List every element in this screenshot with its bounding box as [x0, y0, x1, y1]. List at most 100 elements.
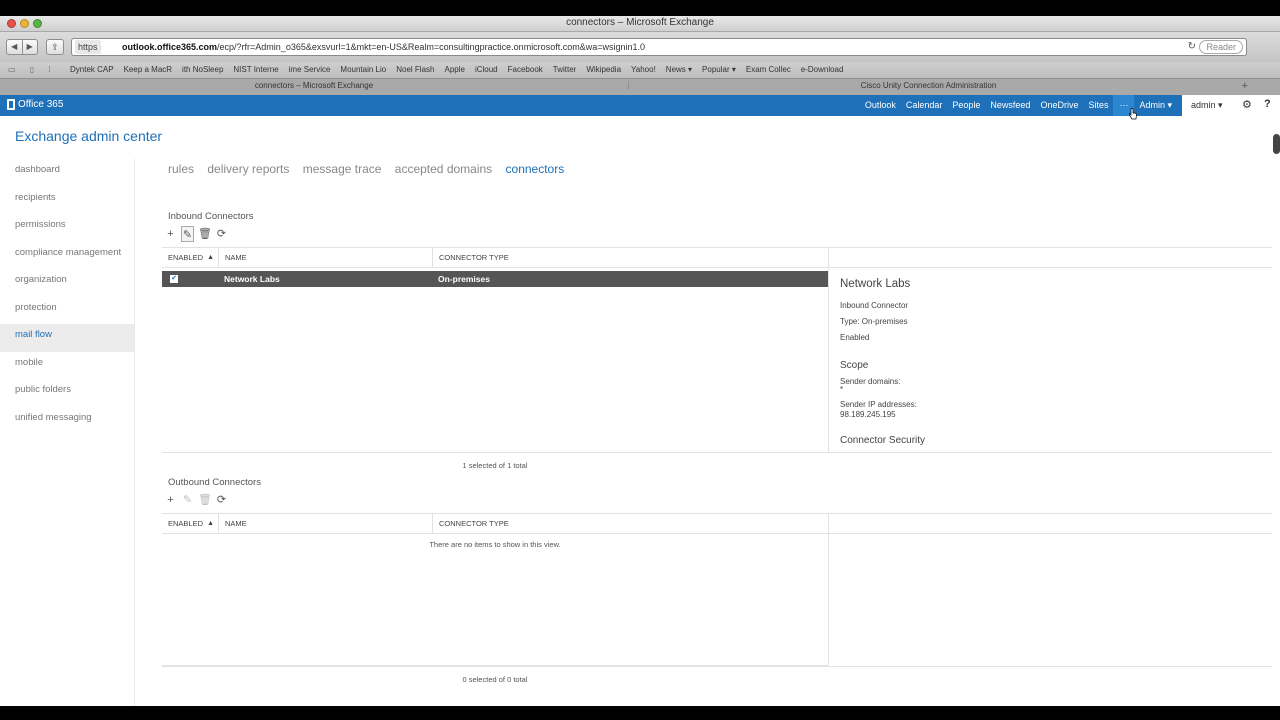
connector-security-heading: Connector Security: [840, 435, 926, 446]
bookmark-item[interactable]: Keep a MacR: [124, 65, 172, 74]
window-titlebar: connectors – Microsoft Exchange: [0, 16, 1280, 32]
refresh-icon[interactable]: ⟳: [215, 226, 228, 242]
enabled-checkbox[interactable]: ✔: [170, 275, 178, 283]
bookmark-item[interactable]: Twitter: [553, 65, 577, 74]
sidebar-item-compliance-management[interactable]: compliance management: [0, 242, 134, 270]
tab-message-trace[interactable]: message trace: [303, 162, 382, 176]
bookmark-item[interactable]: ime Service: [289, 65, 331, 74]
grid-bottom-line: [162, 666, 1272, 667]
nav-sites[interactable]: Sites: [1083, 95, 1113, 116]
bookmark-item[interactable]: Mountain Lio: [340, 65, 386, 74]
bookmark-item[interactable]: ith NoSleep: [182, 65, 223, 74]
outbound-grid: ENABLED ▲ NAME CONNECTOR TYPE There are n…: [162, 513, 1272, 693]
column-enabled[interactable]: ENABLED ▲: [162, 514, 218, 534]
sidebar-item-public-folders[interactable]: public folders: [0, 379, 134, 407]
inbound-grid-header: ENABLED ▲ NAME CONNECTOR TYPE: [162, 247, 1272, 268]
sort-ascending-icon: ▲: [207, 254, 214, 261]
user-menu[interactable]: admin ▾: [1191, 100, 1223, 111]
sidebar-item-recipients[interactable]: recipients: [0, 187, 134, 215]
add-icon[interactable]: +: [164, 492, 177, 508]
forward-button[interactable]: ▶: [23, 40, 38, 54]
sidebar-item-mail-flow[interactable]: mail flow: [0, 324, 134, 352]
browser-tab-connectors[interactable]: connectors – Microsoft Exchange: [0, 81, 628, 90]
bookmarks-icons[interactable]: ▭ ▯ ⁞: [8, 65, 57, 74]
table-row[interactable]: ✔ Network Labs On-premises: [162, 271, 828, 287]
admin-menu[interactable]: Admin ▾: [1134, 95, 1180, 116]
bookmark-item[interactable]: Popular ▾: [702, 65, 736, 74]
details-kind: Inbound Connector: [840, 301, 909, 310]
bookmarks-bar: ▭ ▯ ⁞ Dyntek CAP Keep a MacR ith NoSleep NI…: [0, 62, 1280, 78]
outbound-toolbar: + ✎ 🗑 ⟳: [164, 492, 228, 508]
grid-divider: [828, 268, 829, 452]
inbound-connectors-label: Inbound Connectors: [168, 211, 254, 222]
address-bar[interactable]: https outlook.office365.com/ecp/?rfr=Adm…: [71, 38, 1247, 56]
nav-people[interactable]: People: [947, 95, 985, 116]
details-type: Type: On-premises: [840, 317, 908, 326]
column-enabled[interactable]: ENABLED ▲: [162, 248, 218, 268]
nav-onedrive[interactable]: OneDrive: [1035, 95, 1083, 116]
tab-connectors[interactable]: connectors: [506, 162, 565, 176]
sidebar-item-protection[interactable]: protection: [0, 297, 134, 325]
bookmark-item[interactable]: Wikipedia: [586, 65, 621, 74]
bookmark-item[interactable]: e-Download: [801, 65, 844, 74]
tab-rules[interactable]: rules: [168, 162, 194, 176]
back-button[interactable]: ◀: [7, 40, 23, 54]
column-connector-type[interactable]: CONNECTOR TYPE: [432, 248, 828, 268]
reader-button[interactable]: Reader: [1199, 40, 1243, 54]
office365-brand: Office 365: [18, 99, 64, 110]
outbound-selection-count: 0 selected of 0 total: [462, 675, 528, 684]
browser-tab-cisco[interactable]: Cisco Unity Connection Administration: [628, 81, 1228, 90]
new-tab-button[interactable]: +: [1242, 80, 1248, 92]
connector-name: Network Labs: [224, 274, 280, 284]
sidebar-item-dashboard[interactable]: dashboard: [0, 159, 134, 187]
bookmark-item[interactable]: Apple: [444, 65, 464, 74]
sidebar-item-unified-messaging[interactable]: unified messaging: [0, 407, 134, 435]
scrollbar-thumb[interactable]: [1273, 134, 1280, 154]
screen: connectors – Microsoft Exchange ◀ ▶ ⇪ ht…: [0, 16, 1280, 706]
office365-navbar: Office 365 Outlook Calendar People Newsf…: [0, 95, 1280, 116]
nav-newsfeed[interactable]: Newsfeed: [985, 95, 1035, 116]
browser-toolbar: ◀ ▶ ⇪ https outlook.office365.com/ecp/?r…: [0, 32, 1280, 62]
add-icon[interactable]: +: [164, 226, 177, 242]
sender-ip-value: 98.189.245.195: [840, 410, 896, 419]
bookmark-item[interactable]: Facebook: [508, 65, 543, 74]
bookmark-item[interactable]: NIST Interne: [233, 65, 278, 74]
page-title: Exchange admin center: [15, 128, 163, 144]
tab-accepted-domains[interactable]: accepted domains: [395, 162, 492, 176]
gear-icon[interactable]: ⚙: [1242, 98, 1252, 111]
nav-calendar[interactable]: Calendar: [901, 95, 948, 116]
edit-icon: ✎: [182, 494, 193, 506]
share-button[interactable]: ⇪: [46, 39, 64, 55]
column-details-spacer: [828, 248, 1272, 268]
help-icon[interactable]: ?: [1264, 98, 1271, 110]
bookmark-item[interactable]: Noel Flash: [396, 65, 434, 74]
reload-icon[interactable]: ↻: [1188, 39, 1196, 55]
office365-logo[interactable]: Office 365: [7, 99, 63, 110]
sidebar-item-organization[interactable]: organization: [0, 269, 134, 297]
nav-outlook[interactable]: Outlook: [860, 95, 901, 116]
column-details-spacer: [828, 514, 1272, 534]
column-name[interactable]: NAME: [218, 514, 432, 534]
grid-divider: [828, 534, 829, 665]
column-connector-type[interactable]: CONNECTOR TYPE: [432, 514, 828, 534]
edit-icon[interactable]: ✎: [181, 226, 194, 242]
sender-ip-label: Sender IP addresses:: [840, 400, 917, 409]
tab-delivery-reports[interactable]: delivery reports: [207, 162, 289, 176]
bookmark-item[interactable]: Yahoo!: [631, 65, 656, 74]
url-path: /ecp/?rfr=Admin_o365&exsvurl=1&mkt=en-US…: [217, 42, 645, 52]
connector-type: On-premises: [438, 274, 490, 284]
sidebar-item-mobile[interactable]: mobile: [0, 352, 134, 380]
bookmark-item[interactable]: Dyntek CAP: [70, 65, 114, 74]
refresh-icon[interactable]: ⟳: [215, 492, 228, 508]
empty-message: There are no items to show in this view.: [429, 540, 561, 549]
url-host: outlook.office365.com: [122, 42, 218, 52]
bookmark-item[interactable]: iCloud: [475, 65, 498, 74]
delete-icon[interactable]: 🗑: [198, 226, 212, 242]
delete-icon: 🗑: [198, 494, 212, 506]
sidebar-item-permissions[interactable]: permissions: [0, 214, 134, 242]
bookmark-item[interactable]: Exam Collec: [746, 65, 791, 74]
tab-bar: connectors – Microsoft Exchange Cisco Un…: [0, 78, 1280, 95]
bookmark-item[interactable]: News ▾: [666, 65, 692, 74]
url-scheme: https: [75, 40, 101, 54]
column-name[interactable]: NAME: [218, 248, 432, 268]
